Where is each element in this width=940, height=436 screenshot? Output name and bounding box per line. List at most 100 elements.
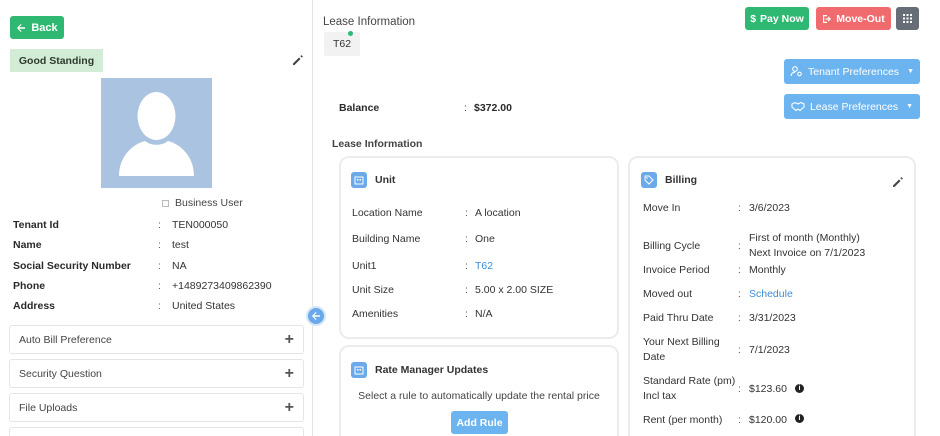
avatar xyxy=(101,78,212,188)
unit-row-size: Unit Size : 5.00 x 2.00 SIZE xyxy=(352,284,553,296)
row-separator: : xyxy=(738,202,741,214)
row-separator: : xyxy=(465,284,468,296)
status-dot xyxy=(348,31,353,36)
field-separator: : xyxy=(464,102,467,114)
row-label: Paid Thru Date xyxy=(643,312,714,324)
row-label: Unit Size xyxy=(352,284,395,296)
lease-panel: Lease Information T62 $ Pay Now Move-Out… xyxy=(314,0,940,436)
tag-icon xyxy=(641,172,657,188)
back-label: Back xyxy=(31,21,58,34)
row-label: Building Name xyxy=(352,233,421,245)
field-ssn: Social Security Number : NA xyxy=(13,260,187,272)
field-label: Name xyxy=(13,239,42,251)
row-label: Your Next Billing xyxy=(643,336,720,348)
unit-row-amenities: Amenities : N/A xyxy=(352,308,493,320)
row-separator: : xyxy=(738,382,741,395)
balance-row: Balance : $372.00 xyxy=(339,102,512,114)
info-icon[interactable]: i xyxy=(794,414,804,423)
field-label: Social Security Number xyxy=(13,260,131,272)
row-value: 3/6/2023 xyxy=(749,202,790,214)
accordion-security-question[interactable]: Security Question + xyxy=(9,359,304,388)
pay-now-label: Pay Now xyxy=(760,12,804,25)
row-separator: : xyxy=(465,260,468,272)
row-label: Location Name xyxy=(352,207,423,219)
field-value: TEN000050 xyxy=(172,219,229,231)
tenant-preferences-button[interactable]: Tenant Preferences ▼ xyxy=(784,59,920,84)
edit-pencil-icon[interactable] xyxy=(892,176,904,188)
checkbox-box[interactable] xyxy=(162,199,169,207)
row-label: Invoice Period xyxy=(643,264,710,276)
move-out-label: Move-Out xyxy=(836,12,885,25)
billing-row-standard-rate: Standard Rate (pm) Incl tax : $123.60 i xyxy=(643,375,804,402)
billing-row-moved-out: Moved out : Schedule xyxy=(643,288,793,300)
row-label: Rent (per month) xyxy=(643,414,723,426)
plus-icon[interactable]: + xyxy=(285,399,294,416)
collapse-sidebar-button[interactable] xyxy=(306,306,326,326)
field-value: NA xyxy=(172,260,187,272)
row-value: $123.60 xyxy=(749,382,787,395)
billing-row-rent: Rent (per month) : $120.00 i xyxy=(643,414,804,426)
row-label: Unit1 xyxy=(352,260,377,272)
row-label-secondary: Date xyxy=(643,351,666,363)
row-value: $120.00 xyxy=(749,414,787,426)
unit-link[interactable]: T62 xyxy=(475,260,493,272)
field-label: Tenant Id xyxy=(13,219,59,231)
building-icon xyxy=(351,172,367,188)
move-out-button[interactable]: Move-Out xyxy=(816,7,891,30)
lease-preferences-label: Lease Preferences xyxy=(809,100,899,113)
row-label: Moved out xyxy=(643,288,693,300)
business-user-label: Business User xyxy=(175,197,243,209)
row-value: One xyxy=(475,233,495,245)
accordion-label: Auto Bill Preference xyxy=(19,333,112,346)
card-header: Billing xyxy=(641,172,697,188)
user-silhouette-icon xyxy=(119,92,194,176)
arrow-left-icon xyxy=(312,312,320,320)
field-name: Name : test xyxy=(13,239,189,251)
billing-row-paid-thru: Paid Thru Date : 3/31/2023 xyxy=(643,312,796,324)
field-separator: : xyxy=(158,239,161,251)
plus-icon[interactable]: + xyxy=(285,331,294,348)
field-tenant-id: Tenant Id : TEN000050 xyxy=(13,219,228,231)
edit-pencil-icon[interactable] xyxy=(292,54,304,66)
field-value: +1489273409862390 xyxy=(172,280,272,292)
row-value: A location xyxy=(475,207,521,219)
unit-row-building: Building Name : One xyxy=(352,233,495,245)
schedule-link[interactable]: Schedule xyxy=(749,288,793,300)
section-title: Lease Information xyxy=(332,138,423,150)
user-settings-icon xyxy=(790,66,802,77)
card-header: Rate Manager Updates xyxy=(351,362,488,378)
row-value-secondary: Next Invoice on 7/1/2023 xyxy=(749,247,866,259)
grid-icon xyxy=(903,14,912,23)
info-icon[interactable]: i xyxy=(794,384,804,393)
row-separator: : xyxy=(465,308,468,320)
add-rule-button[interactable]: Add Rule xyxy=(451,411,508,434)
business-user-checkbox[interactable]: Business User xyxy=(162,197,243,209)
page-title: Lease Information xyxy=(323,16,416,28)
lease-preferences-button[interactable]: Lease Preferences ▼ xyxy=(784,94,920,119)
row-label: Standard Rate (pm) xyxy=(643,375,736,387)
accordion-auto-bill[interactable]: Auto Bill Preference + xyxy=(9,325,304,354)
tab-t62[interactable]: T62 xyxy=(324,32,360,56)
unit-row-unit: Unit1 : T62 xyxy=(352,260,493,272)
card-title: Unit xyxy=(375,174,396,186)
unit-card: Unit Location Name : A location Building… xyxy=(339,156,619,339)
accordion-next[interactable] xyxy=(9,427,304,436)
row-separator: : xyxy=(738,240,741,252)
row-separator: : xyxy=(738,288,741,300)
arrow-left-icon xyxy=(17,23,26,32)
field-value: test xyxy=(172,239,189,251)
row-value: First of month (Monthly) xyxy=(749,232,860,244)
field-separator: : xyxy=(158,260,161,272)
balance-value: $372.00 xyxy=(474,102,512,114)
billing-row-cycle: Billing Cycle : First of month (Monthly)… xyxy=(643,232,866,259)
row-label: Move In xyxy=(643,202,681,214)
pay-now-button[interactable]: $ Pay Now xyxy=(745,7,809,30)
row-separator: : xyxy=(738,264,741,276)
row-value: 5.00 x 2.00 SIZE xyxy=(475,284,554,296)
plus-icon[interactable]: + xyxy=(285,365,294,382)
accordion-file-uploads[interactable]: File Uploads + xyxy=(9,393,304,422)
row-label-secondary: Incl tax xyxy=(643,390,677,402)
field-label: Address xyxy=(13,300,56,312)
grid-menu-button[interactable] xyxy=(896,7,919,30)
back-button[interactable]: Back xyxy=(10,16,64,39)
